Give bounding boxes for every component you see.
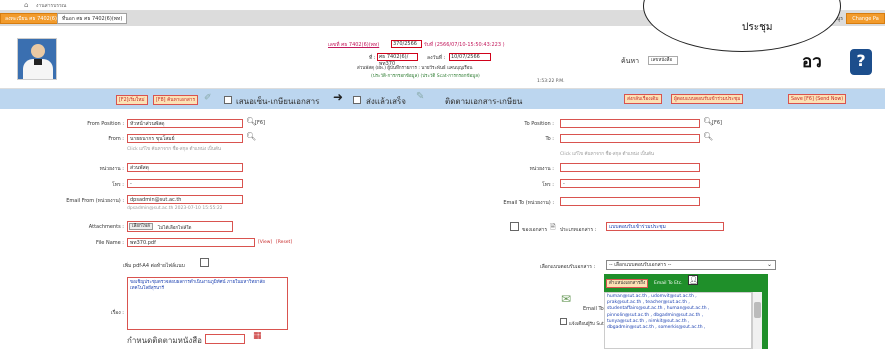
dept-text: ส่วนพัสดุ (ฝพ.) ผู้บันทึกรายการ : นายวีร… (357, 66, 473, 71)
pen-icon: ✐ (204, 93, 212, 103)
from-input[interactable]: นายธนากร ขุนโสมย์ (127, 134, 243, 143)
search-label: ค้นหา (621, 57, 640, 65)
pdf-append-checkbox[interactable] (200, 258, 209, 267)
deadline-label: กำหนดติดตามหนังสือ : (127, 336, 208, 345)
search-icon[interactable]: 🔍︎ (703, 132, 713, 141)
response-select-value: -- เลือกแบบตอบรับเอกสาร -- (609, 262, 672, 268)
sent-label: ส่งแล้วเสร็จ (366, 97, 406, 106)
doc-type-checkbox[interactable] (510, 222, 519, 231)
to-position-input[interactable] (560, 119, 700, 128)
to-tel-label: โทร : (542, 182, 554, 188)
user-avatar: ? (842, 43, 880, 81)
email-list-scrollbar[interactable] (752, 292, 762, 349)
email-envelope-icon: ✉ (561, 292, 572, 306)
to-position-label: To Position : (524, 121, 554, 127)
propose-label: เสนอเซ็น-เกษียนเอกสาร (236, 97, 320, 106)
header-big-char: อว (802, 52, 822, 72)
doc-type-label: ของเอกสาร (522, 227, 548, 233)
from-position-label: From Position : (87, 121, 124, 127)
contact-card-icon[interactable]: 👤︎ (688, 275, 698, 285)
doc-type-input[interactable]: แบบตอบรับเข้าร่วมประชุม (606, 222, 724, 231)
dept-label: หน่วยงาน : (99, 166, 124, 172)
return-button[interactable]: ส่งกลับเรื่องเดิม (624, 94, 662, 104)
to-dept-label: หน่วยงาน : (529, 166, 554, 172)
tab-position-to[interactable]: ตำแหน่งเอกสารถึง (606, 279, 649, 288)
tel-label: โทร : (112, 182, 124, 188)
notify-checkbox[interactable] (560, 318, 567, 325)
ref-date-value[interactable]: 10/07/2566 (449, 53, 491, 61)
user-icon: ? (850, 49, 872, 75)
received-date: รับที่ (2566/07/10-15:50:43:223 ) (424, 42, 505, 48)
email-from-label: Email From (หน่วยงาน) : (66, 198, 124, 204)
ref-date-label: ลงวันที่ : (427, 55, 446, 61)
tab-outgoing[interactable]: ที่นอก ศธ ศธ 7402(6)(พท) (57, 13, 128, 24)
arrow-icon: ➜ (333, 90, 344, 104)
email-from-hint: dpsadmin@sut.ac.th 2023-07-10 15:55:22 (127, 206, 223, 211)
subject-textarea[interactable]: ขอเชิญประชุมตรวจสอบผลการดำเนินงานภูมิทัศ… (127, 277, 288, 330)
list-item[interactable]: dbgadmin@sut.ac.th , somerkis@sut.ac.th … (607, 325, 749, 331)
user-photo (17, 38, 57, 80)
to-tel-input[interactable]: - (560, 179, 700, 188)
file-view-link[interactable]: [View] (258, 240, 272, 245)
response-select[interactable]: -- เลือกแบบตอบรับเอกสาร -- ⌄ (606, 260, 776, 270)
pdf-append-label: เพิ่ม pdf-A4 ต่อท้ายไฟล์แนบ (123, 263, 185, 269)
breadcrumb[interactable]: งานสารบรรณ (36, 2, 66, 10)
tel-input[interactable]: - (127, 179, 243, 188)
file-name-label: File Name : (96, 240, 124, 246)
to-label: To : (545, 136, 554, 142)
file-name-input[interactable]: พท370.pdf (127, 238, 255, 247)
callout-text: ประชุม (742, 22, 773, 33)
to-position-key: [F6] (712, 120, 722, 126)
to-hint: Click แก้ไข ค้นหาจาก ชื่อ-สกุล ตำแหน่ง เ… (560, 152, 654, 157)
dept-input[interactable]: ส่วนพัสดุ (127, 163, 243, 172)
from-position-input[interactable]: หัวหน้าส่วนพัสดุ (127, 119, 243, 128)
response-select-label: เลือกแบบตอบรับเอกสาร : (540, 264, 596, 270)
propose-checkbox[interactable] (224, 96, 232, 104)
doc-icon: 🗎 (550, 223, 556, 231)
deadline-input[interactable] (205, 334, 245, 344)
home-icon[interactable]: ⌂ (24, 1, 28, 9)
sent-checkbox[interactable] (353, 96, 361, 104)
history-links[interactable]: (ประวัติ-การกรอกข้อมูล) (ประวัติ Scat-กา… (371, 72, 480, 79)
time-text: 1:53:22 P.M. (537, 79, 565, 84)
to-input[interactable] (560, 134, 700, 143)
from-position-key: [F6] (255, 120, 265, 126)
feather-icon: ✎ (416, 91, 425, 102)
track-label: ติดตามเอกสาร-เกษียน (445, 97, 523, 106)
calendar-icon[interactable]: ▦ (253, 331, 262, 341)
ref-label: ที่ : (369, 55, 376, 61)
doc-number-value: 370/2566 (391, 40, 422, 48)
tab-email-etc[interactable]: Email To Etc. (651, 279, 686, 288)
email-to-text: Email To (583, 306, 604, 312)
email-to-label: Email To (หน่วยงาน) : (503, 200, 554, 206)
meeting-response-button[interactable]: ผู้ตอบแบบตอบรับเข้าร่วมประชุม (671, 94, 744, 104)
attachments-label: Attachments : (88, 224, 124, 230)
search-icon[interactable]: 🔍︎ (246, 132, 256, 141)
choose-file-button[interactable]: เลือกไฟล์ (129, 223, 153, 230)
doc-number-label: เลขที่ ศธ 7402(6)(พท) (328, 42, 380, 48)
restart-button[interactable]: [F2]เริ่มใหม่ (116, 95, 148, 105)
save-send-button[interactable]: Save [F6] (Send Now) (788, 94, 847, 104)
search-input[interactable]: เลขหนังสือ (648, 56, 678, 65)
email-from-input[interactable]: dpsadmin@sut.ac.th (127, 195, 243, 204)
from-hint: Click แก้ไข ค้นหาจาก ชื่อ-สกุล ตำแหน่ง เ… (127, 147, 221, 152)
from-label: From : (108, 136, 124, 142)
email-list[interactable]: human@sut.ac.th , udomvit@sut.ac.th , pr… (604, 292, 752, 349)
chevron-down-icon: ⌄ (766, 261, 772, 268)
subject-label: เรื่อง : (110, 310, 124, 316)
email-to-input[interactable] (560, 197, 700, 206)
search-docs-button[interactable]: [F8] ค้นหาเอกสาร (153, 95, 199, 105)
change-password-button[interactable]: Change Pa (846, 13, 885, 24)
file-reset-link[interactable]: [Reset] (276, 240, 292, 245)
doc-type-sub-label: ประเภทเอกสาร : (560, 227, 597, 233)
ref-value[interactable]: ศธ 7402(6)/พท370 (377, 53, 418, 67)
no-file-text: ไม่ได้เลือกไฟล์ใด (158, 226, 192, 231)
to-dept-input[interactable] (560, 163, 700, 172)
